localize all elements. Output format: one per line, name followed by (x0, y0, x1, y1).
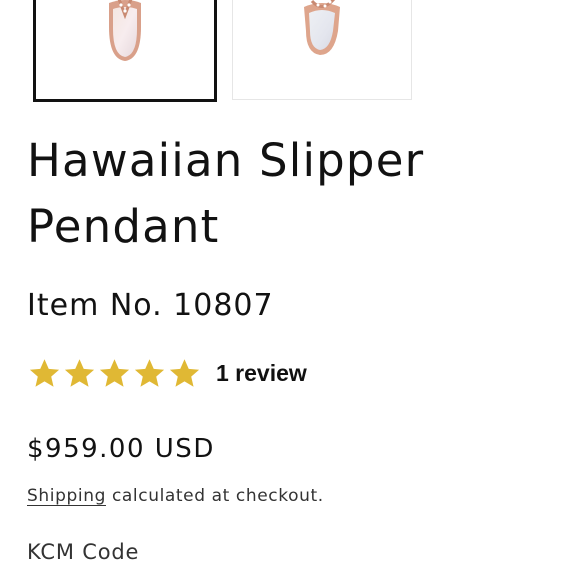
star-icon (29, 359, 60, 387)
shipping-link[interactable]: Shipping (27, 486, 106, 506)
star-icon (134, 359, 165, 387)
item-number: Item No. 10807 (27, 288, 274, 323)
product-rating[interactable]: 1 review (27, 356, 307, 391)
product-thumbnail-1[interactable] (33, 0, 217, 102)
product-price: $959.00 USD (27, 434, 215, 464)
star-icon (99, 359, 130, 387)
product-title: Hawaiian Slipper Pendant (27, 134, 425, 253)
shipping-note-text: calculated at checkout. (105, 486, 324, 506)
kcm-code-label: KCM Code (27, 540, 140, 564)
product-thumbnail-2[interactable] (232, 0, 412, 100)
pendant-front-icon (109, 0, 141, 61)
pendant-angle-icon (304, 0, 340, 55)
star-icon (64, 359, 95, 387)
review-count-link[interactable]: 1 review (216, 360, 307, 387)
shipping-note: Shipping calculated at checkout. (27, 486, 324, 506)
star-rating (27, 356, 202, 391)
star-icon (169, 359, 200, 387)
